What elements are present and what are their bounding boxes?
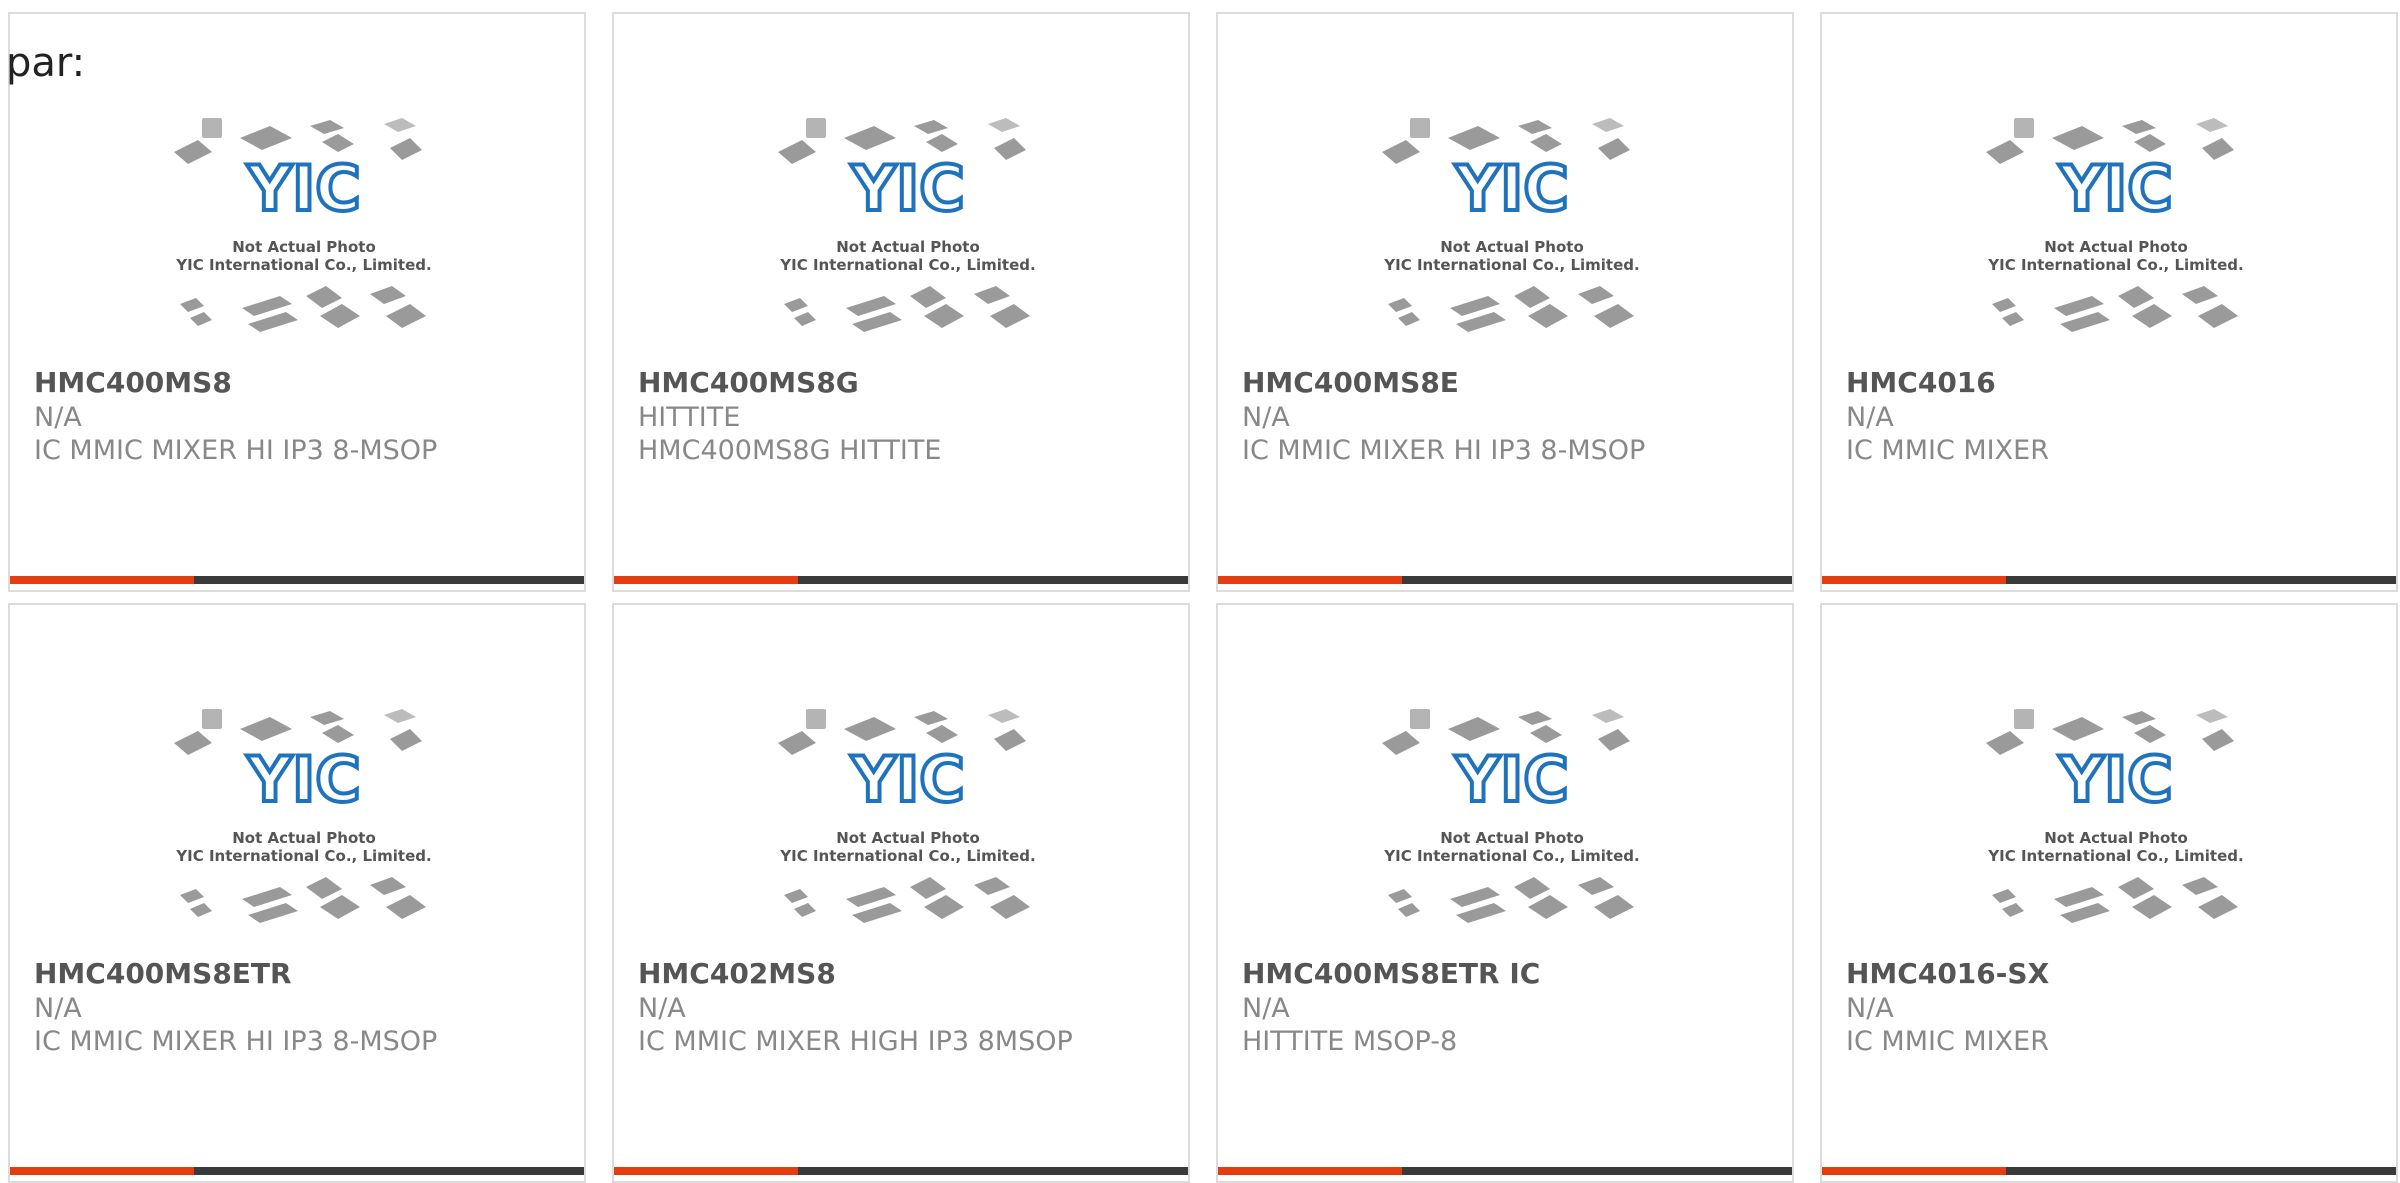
manufacturer: N/A [1846, 993, 1894, 1024]
placeholder-caption-line1: Not Actual Photo [836, 238, 980, 256]
product-card[interactable]: YIC Not Actual Photo YIC International C… [1820, 603, 2398, 1183]
part-description: IC MMIC MIXER HI IP3 8-MSOP [1242, 435, 1646, 466]
placeholder-caption-line1: Not Actual Photo [1440, 238, 1584, 256]
product-placeholder-image: YIC Not Actual Photo YIC International C… [778, 709, 1036, 923]
product-placeholder-image: YIC Not Actual Photo YIC International C… [778, 118, 1036, 332]
product-placeholder-image: YIC Not Actual Photo YIC International C… [1986, 118, 2244, 332]
placeholder-caption-line1: Not Actual Photo [232, 238, 376, 256]
placeholder-caption-line2: YIC International Co., Limited. [1383, 256, 1639, 274]
card-accent-bar [1218, 576, 1402, 584]
card-bottom-bar [1822, 1167, 2396, 1175]
part-number[interactable]: HMC400MS8G [638, 366, 859, 399]
part-description: IC MMIC MIXER HI IP3 8-MSOP [34, 435, 438, 466]
product-placeholder-image: YIC Not Actual Photo YIC International C… [1986, 709, 2244, 923]
part-number[interactable]: HMC4016 [1846, 366, 1996, 399]
placeholder-caption-line2: YIC International Co., Limited. [779, 847, 1035, 865]
part-number[interactable]: HMC402MS8 [638, 957, 836, 990]
card-bottom-bar [10, 576, 584, 584]
card-accent-bar [1218, 1167, 1402, 1175]
product-placeholder-image: YIC Not Actual Photo YIC International C… [174, 709, 432, 923]
prefix-text: par: [6, 40, 86, 86]
card-bottom-bar [614, 576, 1188, 584]
placeholder-caption-line1: Not Actual Photo [2044, 238, 2188, 256]
company-logo: YIC [2058, 743, 2172, 816]
part-description: IC MMIC MIXER [1846, 435, 2049, 466]
card-bottom-bar [614, 1167, 1188, 1175]
placeholder-caption-line2: YIC International Co., Limited. [175, 256, 431, 274]
product-card[interactable]: YIC Not Actual Photo YIC International C… [8, 12, 586, 592]
placeholder-caption-line1: Not Actual Photo [1440, 829, 1584, 847]
card-accent-bar [1822, 1167, 2006, 1175]
placeholder-caption-line2: YIC International Co., Limited. [779, 256, 1035, 274]
part-description: HMC400MS8G HITTITE [638, 435, 942, 466]
part-description: IC MMIC MIXER [1846, 1026, 2049, 1057]
manufacturer: N/A [1242, 993, 1290, 1024]
card-bottom-bar [1218, 1167, 1792, 1175]
company-logo: YIC [1454, 743, 1568, 816]
part-number[interactable]: HMC4016-SX [1846, 957, 2049, 990]
manufacturer: N/A [1846, 402, 1894, 433]
product-card[interactable]: YIC Not Actual Photo YIC International C… [1216, 12, 1794, 592]
manufacturer: N/A [638, 993, 686, 1024]
manufacturer: N/A [34, 993, 82, 1024]
product-card[interactable]: YIC Not Actual Photo YIC International C… [1216, 603, 1794, 1183]
company-logo: YIC [246, 152, 360, 225]
company-logo: YIC [246, 743, 360, 816]
product-card[interactable]: YIC Not Actual Photo YIC International C… [612, 603, 1190, 1183]
placeholder-caption-line1: Not Actual Photo [2044, 829, 2188, 847]
company-logo: YIC [850, 743, 964, 816]
company-logo: YIC [2058, 152, 2172, 225]
product-placeholder-image: YIC Not Actual Photo YIC International C… [1382, 709, 1640, 923]
placeholder-caption-line2: YIC International Co., Limited. [1987, 256, 2243, 274]
placeholder-caption-line2: YIC International Co., Limited. [1987, 847, 2243, 865]
card-bottom-bar [1218, 576, 1792, 584]
card-bottom-bar [10, 1167, 584, 1175]
card-accent-bar [614, 1167, 798, 1175]
product-card[interactable]: YIC Not Actual Photo YIC International C… [8, 603, 586, 1183]
placeholder-caption-line1: Not Actual Photo [836, 829, 980, 847]
placeholder-caption-line2: YIC International Co., Limited. [175, 847, 431, 865]
part-description: IC MMIC MIXER HIGH IP3 8MSOP [638, 1026, 1073, 1057]
product-card[interactable]: YIC Not Actual Photo YIC International C… [612, 12, 1190, 592]
product-placeholder-image: YIC Not Actual Photo YIC International C… [174, 118, 432, 332]
manufacturer: HITTITE [638, 402, 741, 433]
company-logo: YIC [850, 152, 964, 225]
card-accent-bar [10, 1167, 194, 1175]
part-description: HITTITE MSOP-8 [1242, 1026, 1458, 1057]
company-logo: YIC [1454, 152, 1568, 225]
card-accent-bar [614, 576, 798, 584]
part-number[interactable]: HMC400MS8ETR IC [1242, 957, 1540, 990]
placeholder-caption-line1: Not Actual Photo [232, 829, 376, 847]
part-number[interactable]: HMC400MS8E [1242, 366, 1459, 399]
product-card[interactable]: YIC Not Actual Photo YIC International C… [1820, 12, 2398, 592]
card-accent-bar [10, 576, 194, 584]
part-number[interactable]: HMC400MS8ETR [34, 957, 292, 990]
placeholder-caption-line2: YIC International Co., Limited. [1383, 847, 1639, 865]
part-number[interactable]: HMC400MS8 [34, 366, 232, 399]
product-placeholder-image: YIC Not Actual Photo YIC International C… [1382, 118, 1640, 332]
manufacturer: N/A [1242, 402, 1290, 433]
card-accent-bar [1822, 576, 2006, 584]
manufacturer: N/A [34, 402, 82, 433]
card-bottom-bar [1822, 576, 2396, 584]
part-description: IC MMIC MIXER HI IP3 8-MSOP [34, 1026, 438, 1057]
